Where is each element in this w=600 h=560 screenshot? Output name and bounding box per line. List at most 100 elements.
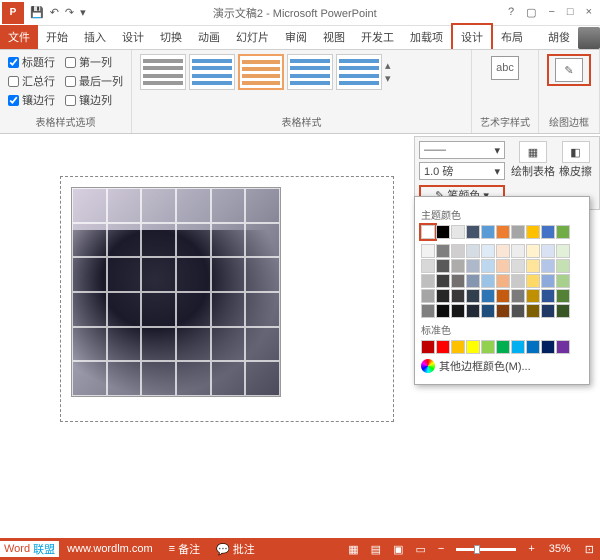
normal-view-icon[interactable]: ▦ — [342, 543, 364, 556]
shade-swatch[interactable] — [541, 274, 555, 288]
check-0[interactable]: 标题行 — [8, 54, 55, 70]
save-icon[interactable]: 💾 — [30, 6, 44, 19]
zoom-level[interactable]: 35% — [541, 543, 579, 555]
notes-button[interactable]: ≡ 备注 — [161, 541, 208, 557]
standard-swatch[interactable] — [496, 340, 510, 354]
tab-file[interactable]: 文件 — [0, 25, 38, 49]
check-1[interactable]: 汇总行 — [8, 73, 55, 89]
shade-swatch[interactable] — [466, 304, 480, 318]
shade-swatch[interactable] — [541, 289, 555, 303]
tab-slideshow[interactable]: 幻灯片 — [228, 25, 277, 49]
shade-swatch[interactable] — [436, 289, 450, 303]
shade-swatch[interactable] — [496, 304, 510, 318]
shade-swatch[interactable] — [481, 259, 495, 273]
table-with-image[interactable] — [71, 187, 281, 397]
shade-swatch[interactable] — [556, 259, 570, 273]
styles-more-icon[interactable]: ▴▾ — [385, 59, 399, 85]
shade-swatch[interactable] — [511, 259, 525, 273]
theme-swatch[interactable] — [451, 225, 465, 239]
tab-addins[interactable]: 加载项 — [402, 25, 451, 49]
standard-swatch[interactable] — [556, 340, 570, 354]
tab-design-main[interactable]: 设计 — [114, 25, 152, 49]
theme-swatch[interactable] — [466, 225, 480, 239]
standard-swatch[interactable] — [481, 340, 495, 354]
tab-transitions[interactable]: 切换 — [152, 25, 190, 49]
standard-swatch[interactable] — [526, 340, 540, 354]
shade-swatch[interactable] — [436, 259, 450, 273]
theme-swatch[interactable] — [526, 225, 540, 239]
shade-swatch[interactable] — [436, 304, 450, 318]
tab-home[interactable]: 开始 — [38, 25, 76, 49]
shade-swatch[interactable] — [436, 274, 450, 288]
slide-canvas[interactable] — [60, 176, 394, 422]
shade-swatch[interactable] — [526, 304, 540, 318]
shade-swatch[interactable] — [466, 259, 480, 273]
shade-swatch[interactable] — [466, 244, 480, 258]
check-2[interactable]: 镶边行 — [8, 92, 55, 108]
shade-swatch[interactable] — [481, 244, 495, 258]
zoom-in-icon[interactable]: + — [522, 543, 540, 555]
tab-table-design[interactable]: 设计 — [451, 23, 493, 49]
shade-swatch[interactable] — [526, 259, 540, 273]
shade-swatch[interactable] — [421, 289, 435, 303]
zoom-slider[interactable] — [456, 548, 516, 551]
reading-view-icon[interactable]: ▣ — [387, 543, 409, 556]
shade-swatch[interactable] — [481, 289, 495, 303]
shade-swatch[interactable] — [496, 259, 510, 273]
more-colors-button[interactable]: 其他边框颜色(M)... — [421, 354, 583, 378]
shade-swatch[interactable] — [511, 244, 525, 258]
close-icon[interactable]: × — [582, 6, 596, 19]
theme-swatch[interactable] — [421, 225, 435, 239]
shade-swatch[interactable] — [511, 289, 525, 303]
tab-layout[interactable]: 布局 — [493, 25, 531, 49]
shade-swatch[interactable] — [451, 274, 465, 288]
shade-swatch[interactable] — [496, 289, 510, 303]
shade-swatch[interactable] — [496, 274, 510, 288]
shade-swatch[interactable] — [421, 259, 435, 273]
fit-icon[interactable]: ⊡ — [579, 543, 600, 556]
pen-style-dropdown[interactable]: ——▾ — [419, 141, 505, 159]
theme-swatch[interactable] — [436, 225, 450, 239]
shade-swatch[interactable] — [451, 304, 465, 318]
tab-developer[interactable]: 开发工 — [353, 25, 402, 49]
shade-swatch[interactable] — [541, 244, 555, 258]
standard-swatch[interactable] — [511, 340, 525, 354]
shade-swatch[interactable] — [526, 274, 540, 288]
undo-icon[interactable]: ↶ — [50, 6, 59, 19]
minimize-icon[interactable]: − — [544, 6, 558, 19]
maximize-icon[interactable]: □ — [563, 6, 578, 19]
slideshow-view-icon[interactable]: ▭ — [409, 543, 431, 556]
sorter-view-icon[interactable]: ▤ — [365, 543, 387, 556]
theme-swatch[interactable] — [511, 225, 525, 239]
standard-swatch[interactable] — [541, 340, 555, 354]
shade-swatch[interactable] — [511, 304, 525, 318]
shade-swatch[interactable] — [526, 244, 540, 258]
shade-swatch[interactable] — [556, 244, 570, 258]
shade-swatch[interactable] — [481, 304, 495, 318]
shade-swatch[interactable] — [466, 289, 480, 303]
zoom-out-icon[interactable]: − — [432, 543, 450, 555]
shade-swatch[interactable] — [496, 244, 510, 258]
standard-swatch[interactable] — [421, 340, 435, 354]
theme-swatch[interactable] — [556, 225, 570, 239]
shade-swatch[interactable] — [511, 274, 525, 288]
pen-weight-dropdown[interactable]: 1.0 磅▾ — [419, 162, 505, 180]
table-styles-gallery[interactable]: ▴▾ — [140, 54, 463, 90]
tab-insert[interactable]: 插入 — [76, 25, 114, 49]
draw-border-button[interactable]: ✎ — [547, 54, 591, 86]
redo-icon[interactable]: ↷ — [65, 6, 74, 19]
shade-swatch[interactable] — [541, 304, 555, 318]
shade-swatch[interactable] — [541, 259, 555, 273]
tab-review[interactable]: 审阅 — [277, 25, 315, 49]
theme-swatch[interactable] — [541, 225, 555, 239]
shade-swatch[interactable] — [526, 289, 540, 303]
username[interactable]: 胡俊 — [540, 25, 578, 49]
theme-swatch[interactable] — [496, 225, 510, 239]
check-3[interactable]: 第一列 — [65, 54, 123, 70]
shade-swatch[interactable] — [451, 289, 465, 303]
ribbon-options-icon[interactable]: ▢ — [522, 6, 540, 19]
tab-view[interactable]: 视图 — [315, 25, 353, 49]
shade-swatch[interactable] — [481, 274, 495, 288]
check-4[interactable]: 最后一列 — [65, 73, 123, 89]
avatar[interactable] — [578, 27, 600, 49]
